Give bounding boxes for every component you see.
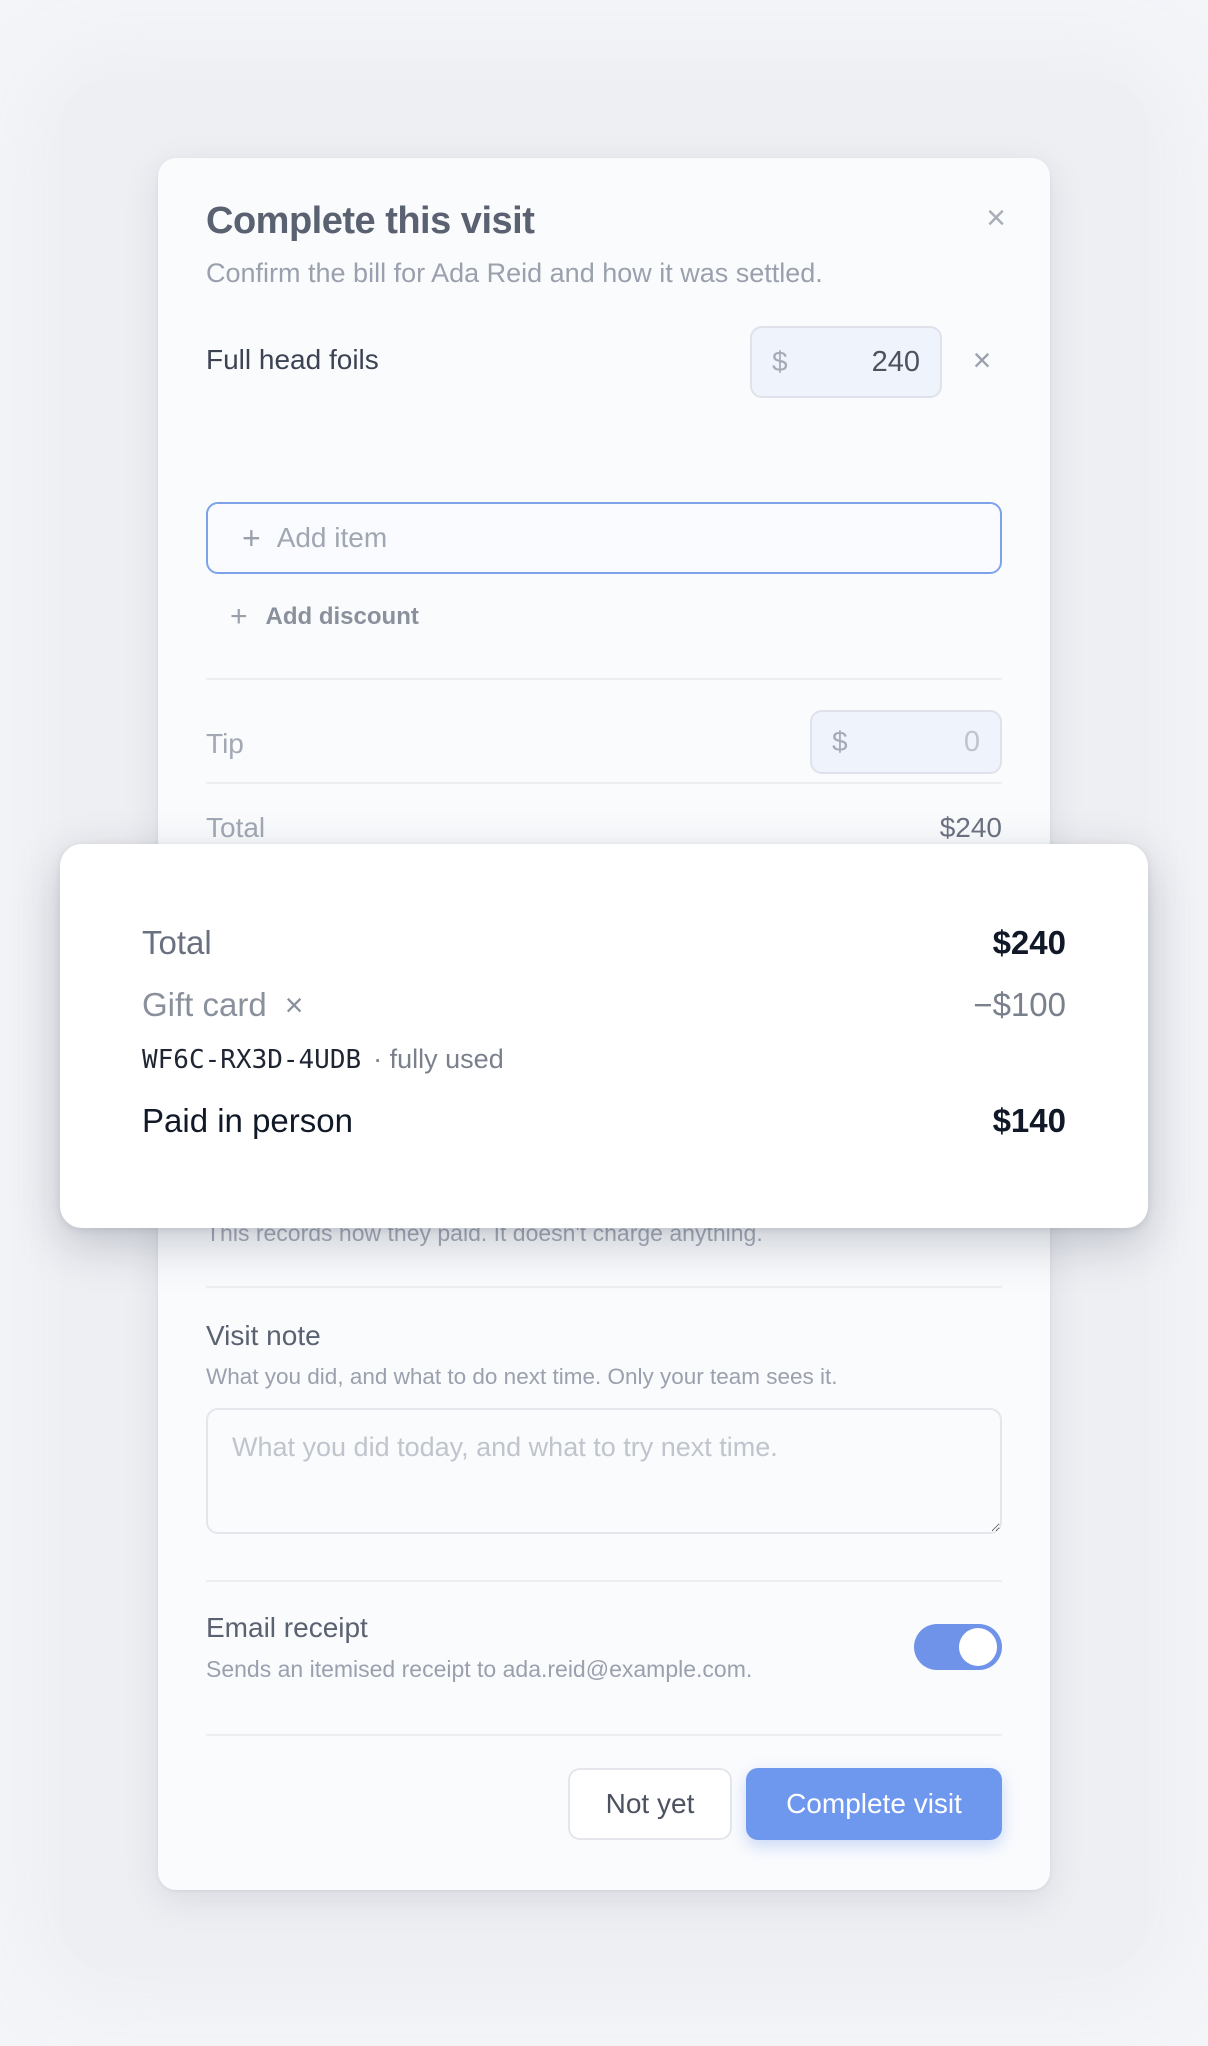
total-value: $240 <box>939 812 1002 843</box>
toggle-knob <box>959 1628 997 1666</box>
divider <box>206 678 1002 680</box>
plus-icon: + <box>230 600 248 633</box>
summary-total-value: $240 <box>992 924 1066 961</box>
gift-card-status: · fully used <box>373 1044 504 1074</box>
remove-gift-card-icon[interactable]: × <box>285 987 304 1024</box>
close-icon[interactable]: × <box>976 198 1016 238</box>
not-yet-button[interactable]: Not yet <box>568 1768 732 1840</box>
summary-paid-row: Paid in person $140 <box>142 1102 1066 1140</box>
divider <box>206 1286 1002 1288</box>
paid-in-person-label: Paid in person <box>142 1102 353 1139</box>
email-receipt-help: Sends an itemised receipt to ada.reid@ex… <box>206 1656 753 1682</box>
gift-card-value: −$100 <box>973 986 1066 1023</box>
currency-symbol: $ <box>772 346 788 377</box>
divider <box>206 1580 1002 1582</box>
tip-placeholder: 0 <box>963 725 980 758</box>
summary-total-row: Total $240 <box>142 924 1066 962</box>
email-receipt-label: Email receipt <box>206 1612 368 1643</box>
line-item-price-input[interactable]: $ 240 <box>750 326 942 398</box>
gift-card-code-row: WF6C-RX3D-4UDB · fully used <box>142 1044 1066 1075</box>
email-receipt-toggle[interactable] <box>914 1624 1002 1670</box>
visit-note-label: Visit note <box>206 1320 321 1351</box>
paid-in-person-value: $140 <box>992 1102 1066 1139</box>
line-item-name: Full head foils <box>206 344 379 375</box>
total-label: Total <box>206 812 266 843</box>
complete-visit-button[interactable]: Complete visit <box>746 1768 1002 1840</box>
modal-title: Complete this visit <box>206 200 535 242</box>
payment-summary-card: Total $240 Gift card × −$100 WF6C-RX3D-4… <box>60 844 1148 1228</box>
divider <box>206 1734 1002 1736</box>
remove-item-icon[interactable]: × <box>962 340 1002 380</box>
line-item-price-value[interactable]: 240 <box>788 346 920 379</box>
gift-card-code: WF6C-RX3D-4UDB <box>142 1044 362 1075</box>
summary-gift-card-row: Gift card × −$100 <box>142 986 1066 1024</box>
modal-subtitle: Confirm the bill for Ada Reid and how it… <box>206 258 823 288</box>
tip-input[interactable]: $ 0 <box>810 710 1002 774</box>
add-discount-button[interactable]: + Add discount <box>230 600 419 634</box>
visit-note-help: What you did, and what to do next time. … <box>206 1364 838 1389</box>
visit-note-textarea[interactable] <box>206 1408 1002 1534</box>
plus-icon: + <box>242 519 261 556</box>
gift-card-label-group: Gift card × <box>142 986 303 1024</box>
summary-total-label: Total <box>142 924 212 961</box>
gift-card-label: Gift card <box>142 986 267 1023</box>
divider <box>206 782 1002 784</box>
currency-symbol: $ <box>832 726 848 757</box>
add-discount-label: Add discount <box>265 603 419 630</box>
add-item-placeholder: Add item <box>276 522 388 553</box>
add-item-input[interactable]: + Add item <box>206 502 1002 574</box>
tip-label: Tip <box>206 728 244 759</box>
